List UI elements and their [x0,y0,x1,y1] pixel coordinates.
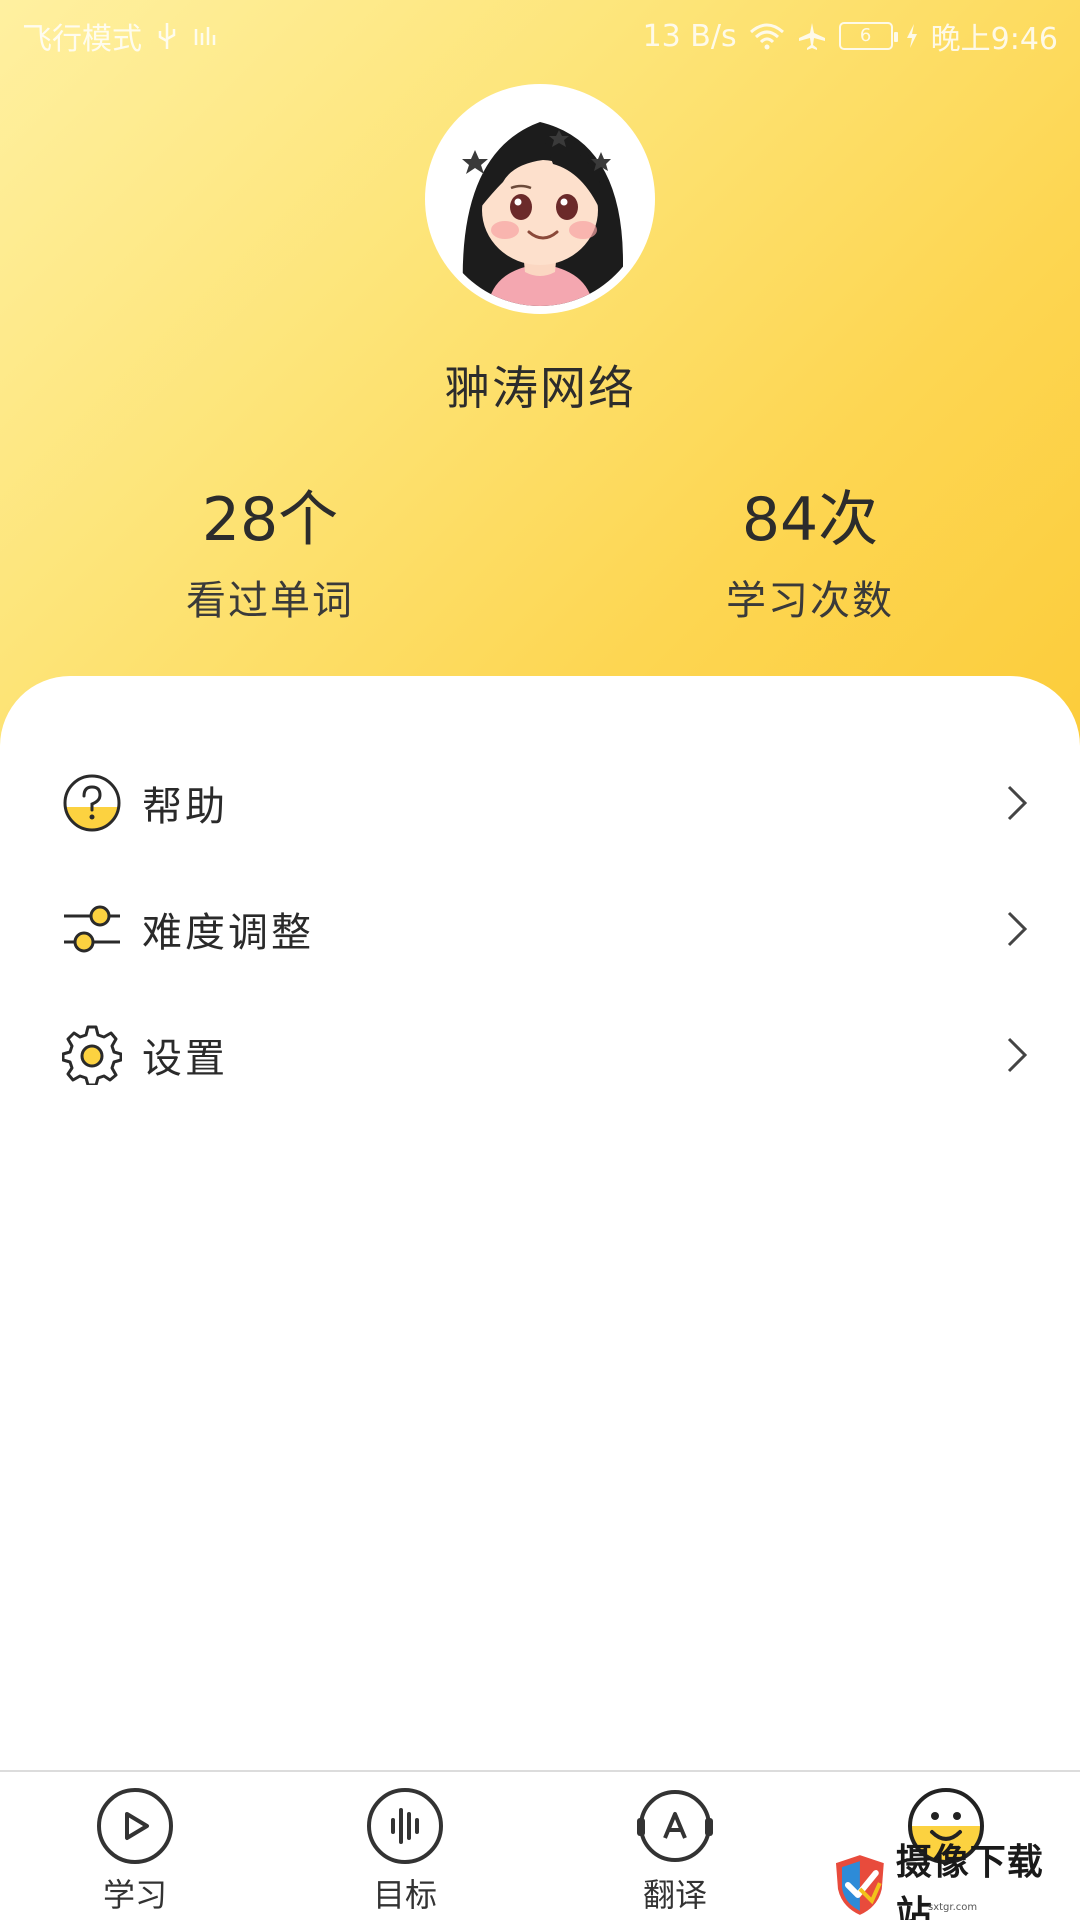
avatar[interactable] [425,84,655,314]
settings-label: 设置 [142,1036,228,1082]
translate-a-icon [637,1790,713,1862]
watermark: 摄像下载站 sxtgr.com [832,1842,1080,1920]
chevron-right-icon [1007,785,1028,821]
menu-item-difficulty[interactable]: 难度调整 [0,874,1080,984]
play-icon [97,1788,173,1864]
debug-icon [194,27,216,45]
girl-avatar-illustration [433,92,647,306]
username: 翀涛网络 [444,361,636,415]
chevron-right-icon [1007,1037,1028,1073]
study-count-value: 84次 [741,485,879,555]
profile-header: 飞行模式 13 B/s 6 晚上9:46 翀涛网络 28个 看过单词 84次 学… [0,0,1080,760]
stat-study-count: 84次 学习次数 [630,480,990,626]
menu-item-help[interactable]: 帮助 [0,748,1080,858]
difficulty-label: 难度调整 [142,910,314,956]
gear-icon [62,1025,122,1085]
sliders-icon [64,905,120,953]
words-seen-value: 28个 [201,485,339,555]
watermark-text: 摄像下载站 [895,1842,1044,1920]
words-seen-label: 看过单词 [186,578,354,624]
waveform-icon [367,1788,443,1864]
tab-study[interactable]: 学习 [55,1786,215,1920]
tab-translate-label: 翻译 [642,1876,707,1914]
tab-translate[interactable]: 翻译 [595,1786,755,1920]
stat-words-seen: 28个 看过单词 [90,480,450,626]
help-label: 帮助 [142,784,228,830]
status-bar: 飞行模式 13 B/s 6 晚上9:46 [0,0,1080,66]
watermark-url: sxtgr.com [928,1902,978,1913]
tab-study-label: 学习 [102,1876,167,1914]
tab-goal[interactable]: 目标 [325,1786,485,1920]
menu-item-settings[interactable]: 设置 [0,1000,1080,1110]
wifi-icon [749,23,784,50]
help-icon [63,774,121,832]
airplane-icon [798,23,825,50]
clock-text: 晚上9:46 [930,22,1058,57]
battery-icon: 6 [838,22,898,50]
shield-logo-icon [835,1855,884,1915]
charging-icon [906,24,917,48]
net-speed-text: 13 B/s [642,18,737,54]
study-count-label: 学习次数 [726,578,894,624]
airplane-mode-text: 飞行模式 [22,22,142,57]
usb-icon [158,23,176,49]
chevron-right-icon [1007,911,1028,947]
tab-goal-label: 目标 [372,1876,437,1914]
